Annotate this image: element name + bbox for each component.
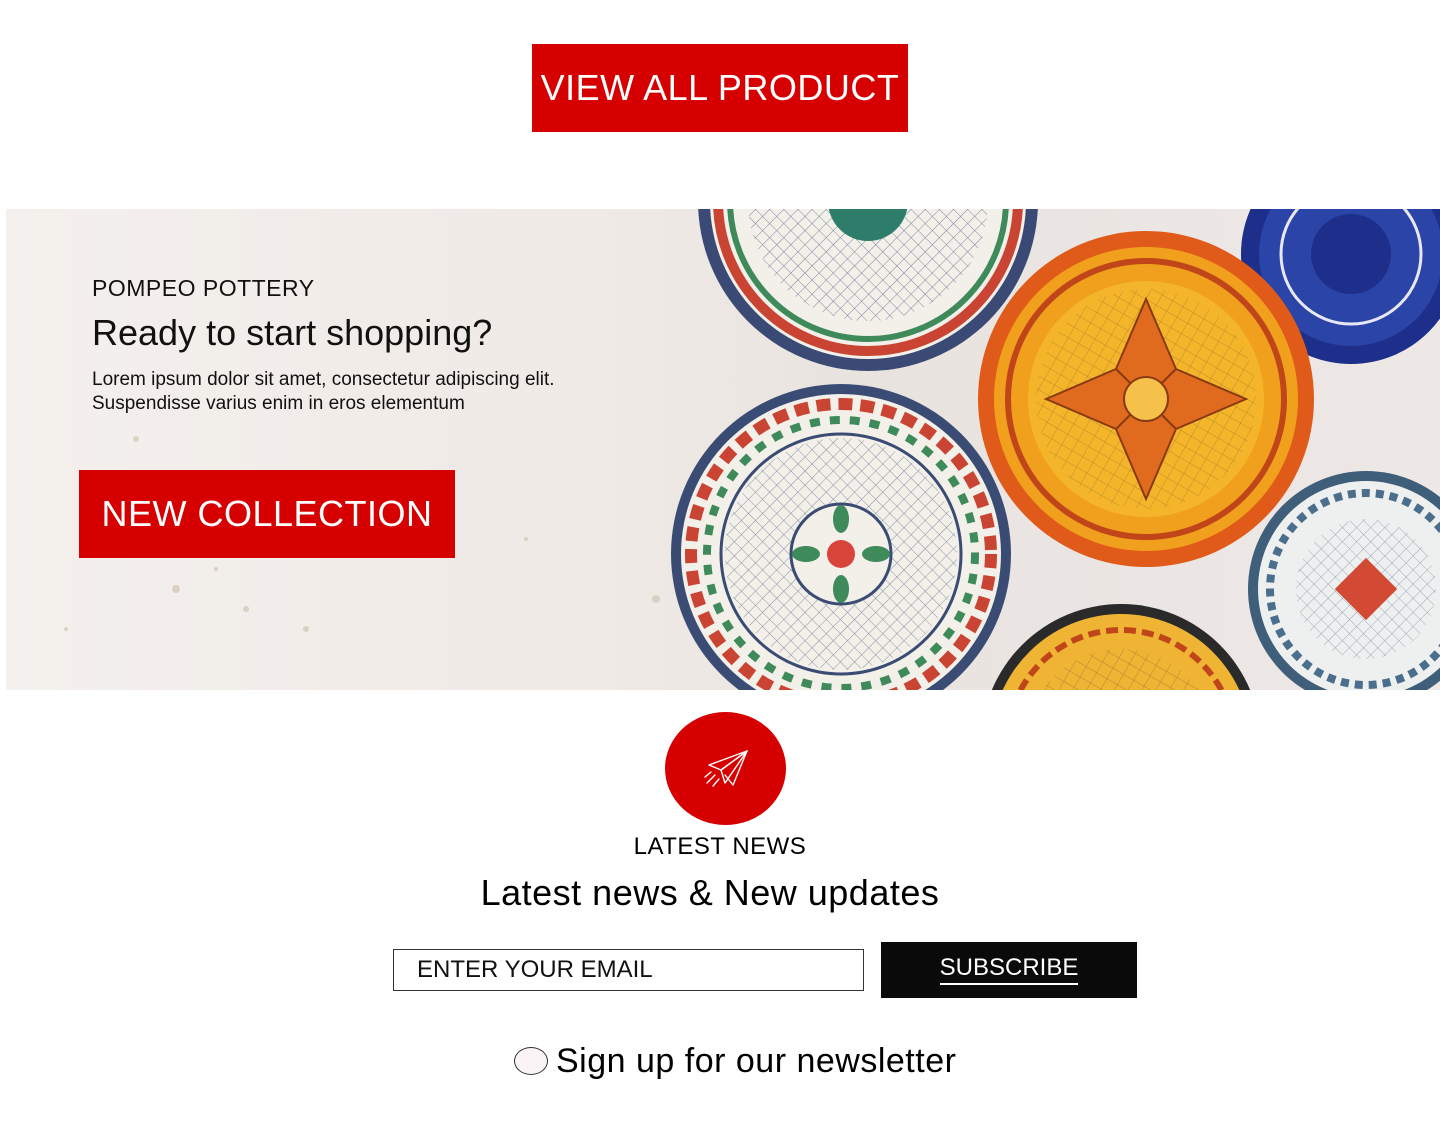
latest-news-label: LATEST NEWS (633, 833, 807, 860)
hero-banner: POMPEO POTTERY Ready to start shopping? … (6, 209, 1440, 690)
newsletter-signup: Sign up for our newsletter (514, 1041, 956, 1081)
news-icon-badge (665, 712, 786, 825)
subscribe-button[interactable]: SUBSCRIBE (881, 942, 1137, 998)
newsletter-radio[interactable] (514, 1047, 548, 1075)
new-collection-button[interactable]: NEW COLLECTION (79, 470, 455, 558)
plate-center (671, 384, 1011, 690)
hero-eyebrow: POMPEO POTTERY (92, 275, 315, 301)
plate-bottom-yellow (991, 604, 1251, 690)
newsletter-label[interactable]: Sign up for our newsletter (556, 1042, 956, 1081)
view-all-product-button[interactable]: VIEW ALL PRODUCT (532, 44, 908, 132)
subscribe-label: SUBSCRIBE (939, 955, 1079, 985)
plate-orange (978, 231, 1314, 567)
hero-title: Ready to start shopping? (92, 312, 493, 353)
email-input[interactable] (393, 949, 864, 991)
hero-description: Lorem ipsum dolor sit amet, consectetur … (92, 369, 555, 414)
paper-plane-icon (703, 749, 748, 787)
latest-news-title: Latest news & New updates (480, 872, 940, 913)
